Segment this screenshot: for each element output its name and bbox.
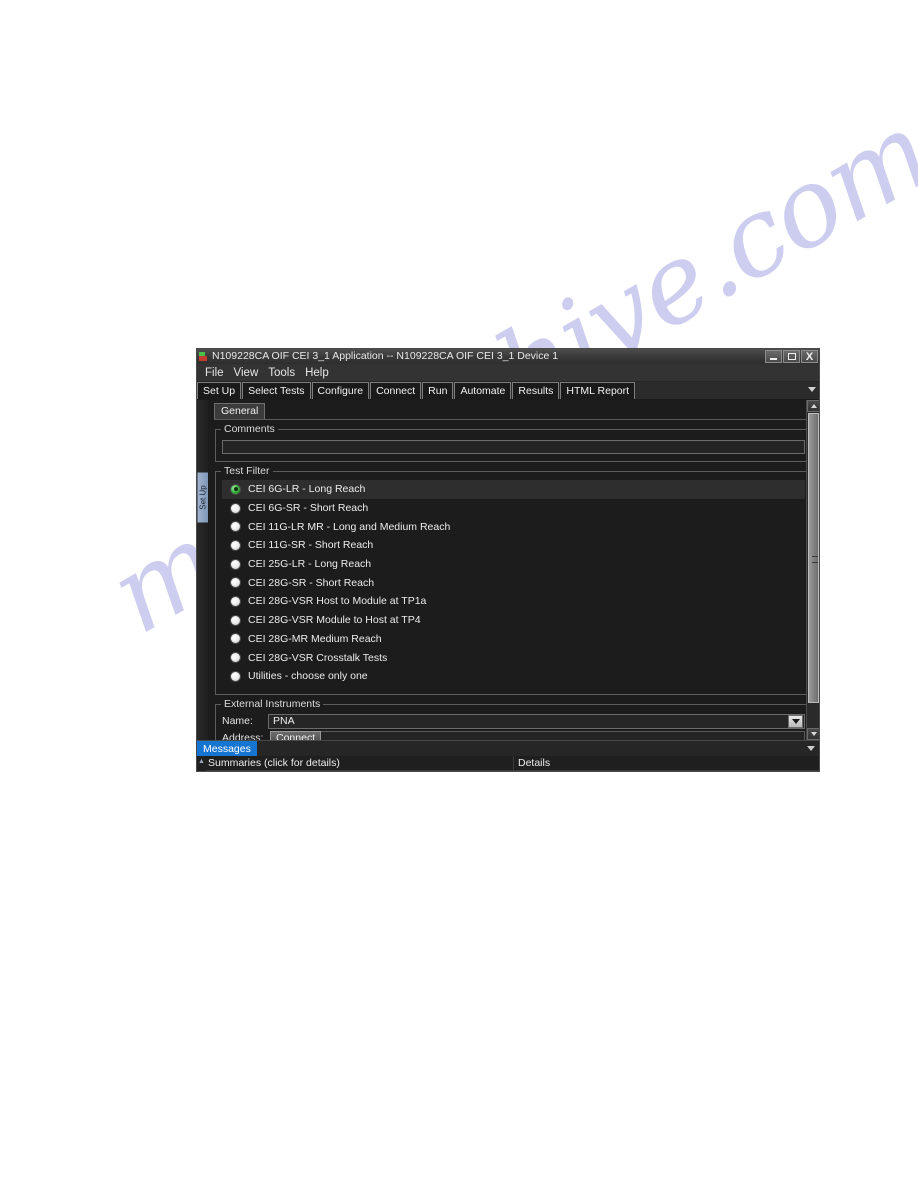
scrollbar-grip	[812, 556, 818, 563]
setup-panel: General Comments Test Filter CEI 6G-LR -…	[208, 400, 819, 740]
radio-label: CEI 28G-VSR Module to Host at TP4	[248, 614, 421, 627]
side-dock-tab-set-up[interactable]: Set Up	[197, 472, 209, 523]
radio-label: CEI 28G-SR - Short Reach	[248, 576, 375, 589]
scroll-up-arrow-icon[interactable]	[807, 400, 819, 412]
external-instruments-group: External Instruments Name: PNA Address: …	[215, 697, 812, 740]
instrument-address-input[interactable]	[321, 730, 805, 740]
chevron-down-icon[interactable]	[808, 387, 816, 392]
menu-item-tools[interactable]: Tools	[263, 365, 300, 381]
radio-row-cei-28g-vsr-crosstalk[interactable]: CEI 28G-VSR Crosstalk Tests	[222, 648, 805, 667]
menu-item-help[interactable]: Help	[300, 365, 334, 381]
tab-general[interactable]: General	[214, 403, 266, 419]
tab-automate[interactable]: Automate	[454, 382, 512, 399]
menu-item-view[interactable]: View	[229, 365, 264, 381]
main-tab-strip: Set Up Select Tests Configure Connect Ru…	[197, 382, 819, 400]
maximize-button[interactable]	[783, 350, 800, 363]
tab-results[interactable]: Results	[512, 382, 560, 399]
details-scroll-icon[interactable]: ▲▼	[810, 771, 818, 772]
radio-icon[interactable]	[230, 521, 241, 533]
panel-vertical-scrollbar[interactable]	[806, 400, 819, 740]
radio-icon[interactable]	[230, 502, 241, 514]
radio-row-cei-11g-lr-mr[interactable]: CEI 11G-LR MR - Long and Medium Reach	[222, 517, 805, 536]
title-bar: N109228CA OIF CEI 3_1 Application -- N10…	[197, 349, 819, 364]
gutter-marker-top: ▲	[198, 758, 205, 765]
window-controls: X	[765, 350, 818, 363]
application-window: N109228CA OIF CEI 3_1 Application -- N10…	[196, 348, 820, 772]
message-summary-text: 2019-06-24 02:37:36:711 AM Ready	[209, 772, 378, 773]
side-dock-strip: Set Up	[197, 400, 209, 740]
radio-label: CEI 6G-SR - Short Reach	[248, 502, 369, 515]
test-filter-group-title: Test Filter	[221, 465, 273, 477]
radio-label: CEI 28G-VSR Host to Module at TP1a	[248, 595, 427, 608]
radio-row-utilities[interactable]: Utilities - choose only one	[222, 667, 805, 686]
radio-row-cei-28g-vsr-host-to-module[interactable]: CEI 28G-VSR Host to Module at TP1a	[222, 592, 805, 611]
instrument-name-select[interactable]: PNA	[268, 713, 805, 729]
external-instruments-group-title: External Instruments	[221, 697, 324, 710]
radio-label: CEI 28G-MR Medium Reach	[248, 632, 382, 645]
column-header-summaries[interactable]: Summaries (click for details)	[206, 756, 514, 770]
instrument-name-row: Name: PNA	[222, 713, 805, 729]
column-header-details[interactable]: Details	[514, 756, 819, 770]
comments-group: Comments	[215, 423, 812, 462]
instrument-name-value: PNA	[273, 715, 295, 728]
radio-icon[interactable]	[230, 558, 241, 570]
message-summary-cell[interactable]: 2019-06-24 02:37:36:711 AM Ready	[206, 771, 514, 772]
comments-input[interactable]	[222, 440, 805, 454]
tab-select-tests[interactable]: Select Tests	[242, 382, 311, 399]
content-area: Set Up General Comments Test Filter CEI …	[197, 400, 819, 740]
connect-button[interactable]: Connect	[270, 730, 322, 740]
radio-icon[interactable]	[230, 670, 241, 682]
test-filter-group: Test Filter CEI 6G-LR - Long Reach CEI 6…	[215, 465, 812, 695]
radio-icon[interactable]	[230, 652, 241, 664]
radio-label: CEI 28G-VSR Crosstalk Tests	[248, 651, 388, 664]
table-row[interactable]: 2019-06-24 02:37:36:711 AM Ready Applica…	[206, 771, 818, 772]
tab-run[interactable]: Run	[422, 382, 454, 399]
test-filter-list: CEI 6G-LR - Long Reach CEI 6G-SR - Short…	[222, 479, 805, 688]
messages-header-row: Summaries (click for details) Details	[206, 756, 819, 771]
chevron-down-icon[interactable]	[807, 746, 815, 751]
instrument-address-label: Address:	[222, 731, 264, 740]
messages-grid: ▲ ▶ Summaries (click for details) Detail…	[197, 756, 819, 772]
window-title: N109228CA OIF CEI 3_1 Application -- N10…	[212, 350, 559, 362]
radio-icon[interactable]	[230, 614, 241, 626]
comments-group-title: Comments	[221, 423, 278, 435]
radio-icon[interactable]	[230, 539, 241, 551]
application-icon	[199, 352, 208, 361]
tab-connect[interactable]: Connect	[370, 382, 422, 399]
tab-configure[interactable]: Configure	[311, 382, 370, 399]
scroll-down-arrow-icon[interactable]	[807, 728, 819, 740]
message-details-cell[interactable]: Application initialized and ready for us…	[810, 771, 818, 772]
radio-icon[interactable]	[230, 595, 241, 607]
radio-row-cei-11g-sr[interactable]: CEI 11G-SR - Short Reach	[222, 536, 805, 555]
messages-columns: Summaries (click for details) Details 20…	[206, 756, 819, 772]
inner-tab-strip: General	[214, 403, 819, 420]
radio-row-cei-25g-lr[interactable]: CEI 25G-LR - Long Reach	[222, 555, 805, 574]
radio-label: CEI 11G-LR MR - Long and Medium Reach	[248, 520, 451, 533]
radio-icon[interactable]	[230, 633, 241, 645]
radio-icon[interactable]	[230, 577, 241, 589]
radio-row-cei-28g-sr[interactable]: CEI 28G-SR - Short Reach	[222, 573, 805, 592]
radio-label: Utilities - choose only one	[248, 670, 368, 683]
menu-item-file[interactable]: File	[200, 365, 229, 381]
radio-label: CEI 25G-LR - Long Reach	[248, 558, 372, 571]
menu-bar: File View Tools Help	[197, 364, 819, 382]
close-button[interactable]: X	[801, 350, 818, 363]
messages-tab-strip: Messages	[197, 740, 819, 756]
messages-gutter: ▲ ▶	[197, 756, 206, 771]
radio-label: CEI 6G-LR - Long Reach	[248, 483, 366, 496]
tab-set-up[interactable]: Set Up	[197, 382, 242, 399]
instrument-address-row: Address: Connect	[222, 730, 805, 740]
radio-row-cei-28g-vsr-module-to-host[interactable]: CEI 28G-VSR Module to Host at TP4	[222, 611, 805, 630]
scrollbar-thumb[interactable]	[808, 413, 819, 703]
minimize-button[interactable]	[765, 350, 782, 363]
radio-row-cei-6g-sr[interactable]: CEI 6G-SR - Short Reach	[222, 499, 805, 518]
radio-icon-checked[interactable]	[230, 483, 241, 495]
chevron-down-icon[interactable]	[788, 714, 803, 728]
radio-row-cei-6g-lr[interactable]: CEI 6G-LR - Long Reach	[222, 480, 805, 499]
instrument-name-label: Name:	[222, 715, 253, 728]
radio-label: CEI 11G-SR - Short Reach	[248, 539, 374, 552]
tab-html-report[interactable]: HTML Report	[560, 382, 636, 399]
tab-messages[interactable]: Messages	[197, 741, 257, 756]
radio-row-cei-28g-mr[interactable]: CEI 28G-MR Medium Reach	[222, 630, 805, 649]
